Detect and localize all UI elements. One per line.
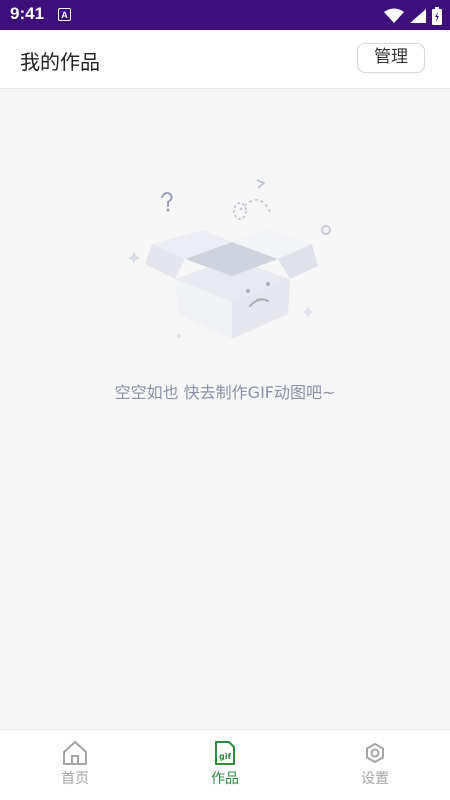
signal-icon: [409, 8, 426, 23]
page-title: 我的作品: [20, 50, 100, 74]
gear-icon: [366, 743, 384, 763]
tab-label-works: 作品: [211, 771, 239, 787]
tab-label-home: 首页: [61, 771, 89, 787]
manage-button[interactable]: 管理: [357, 43, 425, 73]
status-bar: 9:41 A: [0, 0, 450, 30]
gif-file-icon: gif: [215, 741, 235, 765]
tab-home[interactable]: 首页: [0, 740, 150, 798]
battery-icon: [432, 6, 442, 25]
tab-label-settings: 设置: [361, 771, 389, 787]
status-indicator-a: A: [58, 8, 71, 21]
empty-message: 空空如也 快去制作GIF动图吧~: [114, 383, 336, 402]
tab-bar: 首页 gif 作品 设置: [0, 729, 450, 800]
status-time: 9:41: [10, 4, 45, 23]
status-icons: [383, 5, 442, 25]
empty-state: 空空如也 快去制作GIF动图吧~: [0, 89, 450, 729]
tab-settings[interactable]: 设置: [300, 740, 450, 798]
tab-works[interactable]: gif 作品: [150, 740, 300, 798]
app-header: 我的作品 管理: [0, 30, 450, 89]
empty-box-icon: [128, 179, 331, 339]
home-icon: [63, 741, 87, 765]
wifi-icon: [383, 8, 404, 23]
svg-text:gif: gif: [219, 752, 231, 761]
